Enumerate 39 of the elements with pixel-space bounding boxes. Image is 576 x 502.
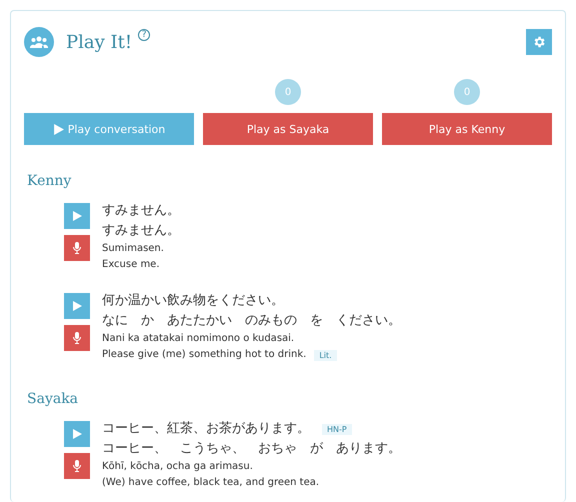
record-button[interactable]: [64, 453, 90, 479]
reading-text: すみません。: [102, 222, 180, 240]
translation-text: Excuse me.: [102, 258, 160, 272]
play-button[interactable]: [64, 293, 90, 319]
tag: Lit.: [314, 350, 337, 360]
translation-text: Please give (me) something hot to drink.: [102, 348, 306, 362]
play-button[interactable]: [64, 421, 90, 447]
play-role-button[interactable]: Play as Sayaka: [203, 113, 373, 145]
settings-icon: [532, 35, 546, 49]
microphone-icon: [73, 332, 81, 344]
japanese-text: すみません。: [102, 202, 180, 220]
help-icon[interactable]: ?: [138, 29, 150, 41]
play-icon: [72, 429, 82, 439]
japanese-text: 何か温かい飲み物をください。: [102, 292, 284, 310]
romaji-text: Sumimasen.: [102, 242, 165, 256]
japanese-text: コーヒー、紅茶、お茶があります。: [102, 420, 310, 438]
speaker-name: Kenny: [27, 173, 72, 189]
record-button[interactable]: [64, 325, 90, 351]
count-badge: 0: [275, 79, 301, 105]
romaji-text: Nani ka atatakai nomimono o kudasai.: [102, 332, 296, 346]
microphone-icon: [73, 460, 81, 472]
play-icon: [52, 124, 64, 134]
count-badge: 0: [454, 79, 480, 105]
play-button[interactable]: [64, 203, 90, 229]
title: Play It!: [66, 32, 132, 52]
play-icon: [72, 301, 82, 311]
group-icon: [24, 27, 54, 57]
reading-text: なに か あたたかい のみもの を ください。: [102, 312, 401, 330]
speaker-name: Sayaka: [27, 391, 80, 407]
play-icon: [72, 211, 82, 221]
play-role-button[interactable]: Play as Kenny: [382, 113, 552, 145]
translation-text: (We) have coffee, black tea, and green tea.: [102, 476, 320, 490]
settings-button[interactable]: [526, 29, 552, 55]
record-button[interactable]: [64, 235, 90, 261]
romaji-text: Kōhī, kōcha, ocha ga arimasu.: [102, 460, 254, 474]
play-conversation-button[interactable]: Play conversation: [24, 113, 194, 145]
microphone-icon: [73, 242, 81, 254]
tag: HN-P: [322, 424, 352, 434]
reading-text: コーヒー、 こうちゃ、 おちゃ が あります。: [102, 440, 401, 458]
